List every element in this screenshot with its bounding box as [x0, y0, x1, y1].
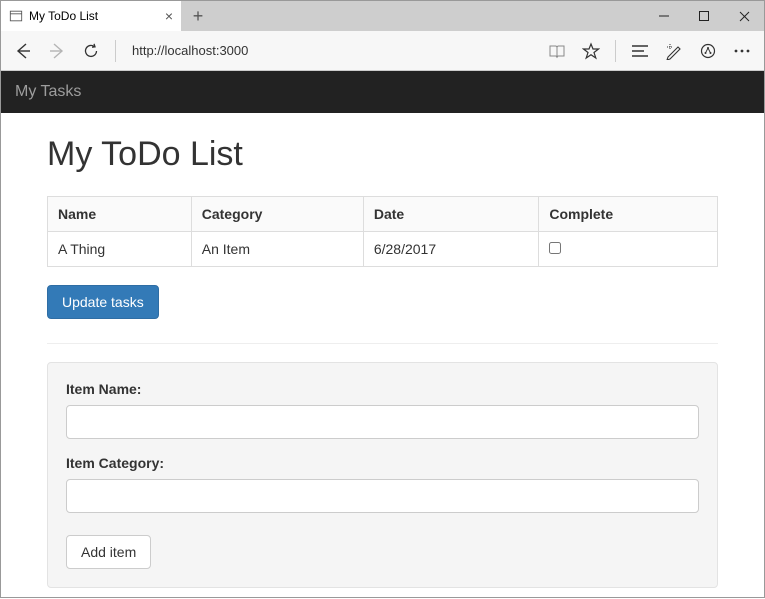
toolbar-separator [115, 40, 116, 62]
browser-toolbar [1, 31, 764, 71]
refresh-button[interactable] [77, 37, 105, 65]
cell-category: An Item [191, 232, 363, 267]
share-icon[interactable] [694, 37, 722, 65]
notes-icon[interactable] [660, 37, 688, 65]
col-complete: Complete [539, 197, 718, 232]
cell-name: A Thing [48, 232, 192, 267]
back-button[interactable] [9, 37, 37, 65]
navbar-brand[interactable]: My Tasks [15, 83, 81, 100]
update-tasks-button[interactable]: Update tasks [47, 285, 159, 319]
cell-date: 6/28/2017 [363, 232, 538, 267]
reading-view-icon[interactable] [543, 37, 571, 65]
col-name: Name [48, 197, 192, 232]
window-controls [644, 1, 764, 31]
form-group-category: Item Category: [66, 455, 699, 513]
favorite-icon[interactable] [577, 37, 605, 65]
table-header-row: Name Category Date Complete [48, 197, 718, 232]
close-window-button[interactable] [724, 1, 764, 31]
window-titlebar: My ToDo List × + [1, 1, 764, 31]
item-category-label: Item Category: [66, 455, 699, 471]
tab-title: My ToDo List [29, 9, 98, 23]
app-navbar: My Tasks [1, 71, 764, 113]
toolbar-separator [615, 40, 616, 62]
add-item-form: Item Name: Item Category: Add item [47, 362, 718, 588]
tasks-table: Name Category Date Complete A Thing An I… [47, 196, 718, 267]
col-category: Category [191, 197, 363, 232]
page-viewport: My Tasks My ToDo List Name Category Date… [1, 71, 764, 599]
main-container: My ToDo List Name Category Date Complete… [1, 113, 764, 599]
item-name-input[interactable] [66, 405, 699, 439]
divider [47, 343, 718, 344]
add-item-button[interactable]: Add item [66, 535, 151, 569]
table-row: A Thing An Item 6/28/2017 [48, 232, 718, 267]
item-name-label: Item Name: [66, 381, 699, 397]
cell-complete [539, 232, 718, 267]
more-icon[interactable] [728, 37, 756, 65]
item-category-input[interactable] [66, 479, 699, 513]
address-bar[interactable] [126, 37, 537, 65]
col-date: Date [363, 197, 538, 232]
complete-checkbox[interactable] [549, 242, 561, 254]
hub-icon[interactable] [626, 37, 654, 65]
page-icon [9, 9, 23, 23]
close-tab-icon[interactable]: × [165, 8, 173, 24]
maximize-button[interactable] [684, 1, 724, 31]
minimize-button[interactable] [644, 1, 684, 31]
new-tab-button[interactable]: + [181, 1, 215, 31]
form-group-name: Item Name: [66, 381, 699, 439]
page-heading: My ToDo List [47, 135, 718, 174]
forward-button[interactable] [43, 37, 71, 65]
browser-tab[interactable]: My ToDo List × [1, 1, 181, 31]
